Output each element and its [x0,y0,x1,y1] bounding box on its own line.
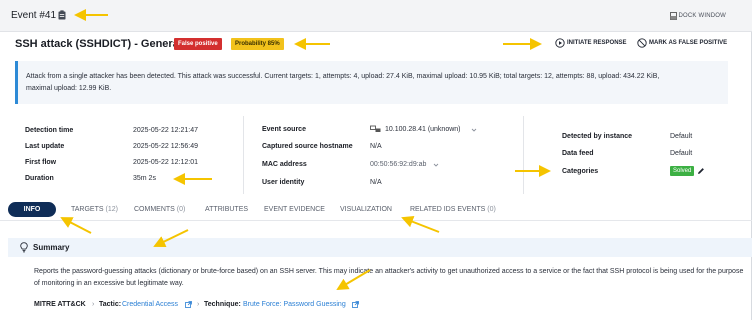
tab-targets[interactable]: TARGETS (12) [71,206,118,213]
category-tag-solved: Solved [670,166,695,176]
description-line-1: Attack from a single attacker has been d… [26,73,660,80]
play-circle-icon[interactable] [555,38,565,48]
chevron-down-icon[interactable] [471,127,477,133]
tabs-divider [0,220,752,221]
first-flow-label: First flow [25,159,57,166]
mac-address-label: MAC address [262,161,307,168]
clipboard-icon[interactable] [58,10,66,20]
false-positive-badge: False positive [174,38,222,50]
description-line-2: maximal upload: 12.99 KiB. [26,85,112,92]
event-source-value[interactable]: 10.100.28.41 (unknown) [385,126,461,133]
tab-label: VISUALIZATION [340,206,392,213]
captured-hostname-value: N/A [370,143,382,150]
tab-event-evidence[interactable]: EVENT EVIDENCE [264,206,325,213]
breadcrumb-separator: › [92,301,95,308]
captured-hostname-label: Captured source hostname [262,143,353,150]
initiate-response-button[interactable]: INITIATE RESPONSE [567,40,627,46]
tab-attributes[interactable]: ATTRIBUTES [205,206,248,213]
duration-value: 35m 2s [133,175,156,182]
event-source-label: Event source [262,126,306,133]
tactic-link[interactable]: Credential Access [122,301,178,308]
technique-label: Technique: [204,301,241,308]
dock-window-button[interactable]: DOCK WINDOW [678,13,726,19]
tab-label: ATTRIBUTES [205,206,249,213]
tab-label: COMMENTS [134,206,175,213]
mark-false-positive-button[interactable]: MARK AS FALSE POSITIVE [649,40,727,46]
event-description: Attack from a single attacker has been d… [15,61,728,104]
lightbulb-icon [20,242,28,253]
column-divider [523,116,524,194]
column-divider [243,116,244,194]
tab-info[interactable]: INFO [8,202,56,217]
detection-time-value: 2025-05-22 12:21:47 [133,127,198,134]
mac-address-value[interactable]: 00:50:56:92:d9:ab [370,161,426,168]
tab-comments[interactable]: COMMENTS (0) [134,206,185,213]
header-bar: Event #41 DOCK WINDOW [0,0,752,32]
pencil-icon[interactable] [697,167,705,175]
event-name: SSH attack (SSHDICT) - General [15,38,182,50]
summary-title: Summary [33,243,70,252]
network-icon [370,125,381,132]
tactic-label: Tactic: [99,301,122,308]
ban-icon[interactable] [637,38,647,48]
external-link-icon[interactable] [352,301,359,308]
external-link-icon[interactable] [185,301,192,308]
event-detail-panel: Event #41 DOCK WINDOW SSH attack (SSHDIC… [0,0,752,320]
tab-label: EVENT EVIDENCE [264,206,325,213]
detection-time-label: Detection time [25,127,74,134]
data-feed-value: Default [670,150,693,157]
data-feed-label: Data feed [562,150,594,157]
tab-count: (0) [176,206,186,213]
chevron-down-icon[interactable] [433,162,439,168]
mitre-label: MITRE ATT&CK [34,301,86,308]
tab-count: (0) [487,206,496,213]
categories-label: Categories [562,168,599,175]
user-identity-value: N/A [370,179,382,186]
summary-text: Reports the password-guessing attacks (d… [34,268,744,287]
last-update-label: Last update [25,143,65,150]
tab-label: TARGETS [71,206,104,213]
last-update-value: 2025-05-22 12:56:49 [133,143,198,150]
user-identity-label: User identity [262,179,305,186]
detected-by-instance-label: Detected by instance [562,133,633,140]
detected-by-instance-value: Default [670,133,693,140]
technique-link[interactable]: Brute Force: Password Guessing [243,301,346,308]
first-flow-value: 2025-05-22 12:12:01 [133,159,198,166]
duration-label: Duration [25,175,54,182]
tab-visualization[interactable]: VISUALIZATION [340,206,392,213]
summary-header [8,238,752,257]
breadcrumb-separator: › [197,301,200,308]
probability-badge: Probability 85% [231,38,284,50]
event-title: Event #41 [11,10,57,21]
dock-window-icon[interactable] [670,12,677,20]
tab-count: (12) [105,206,118,213]
tab-related-ids-events[interactable]: RELATED IDS EVENTS (0) [410,206,496,213]
tab-label: RELATED IDS EVENTS [410,206,486,213]
